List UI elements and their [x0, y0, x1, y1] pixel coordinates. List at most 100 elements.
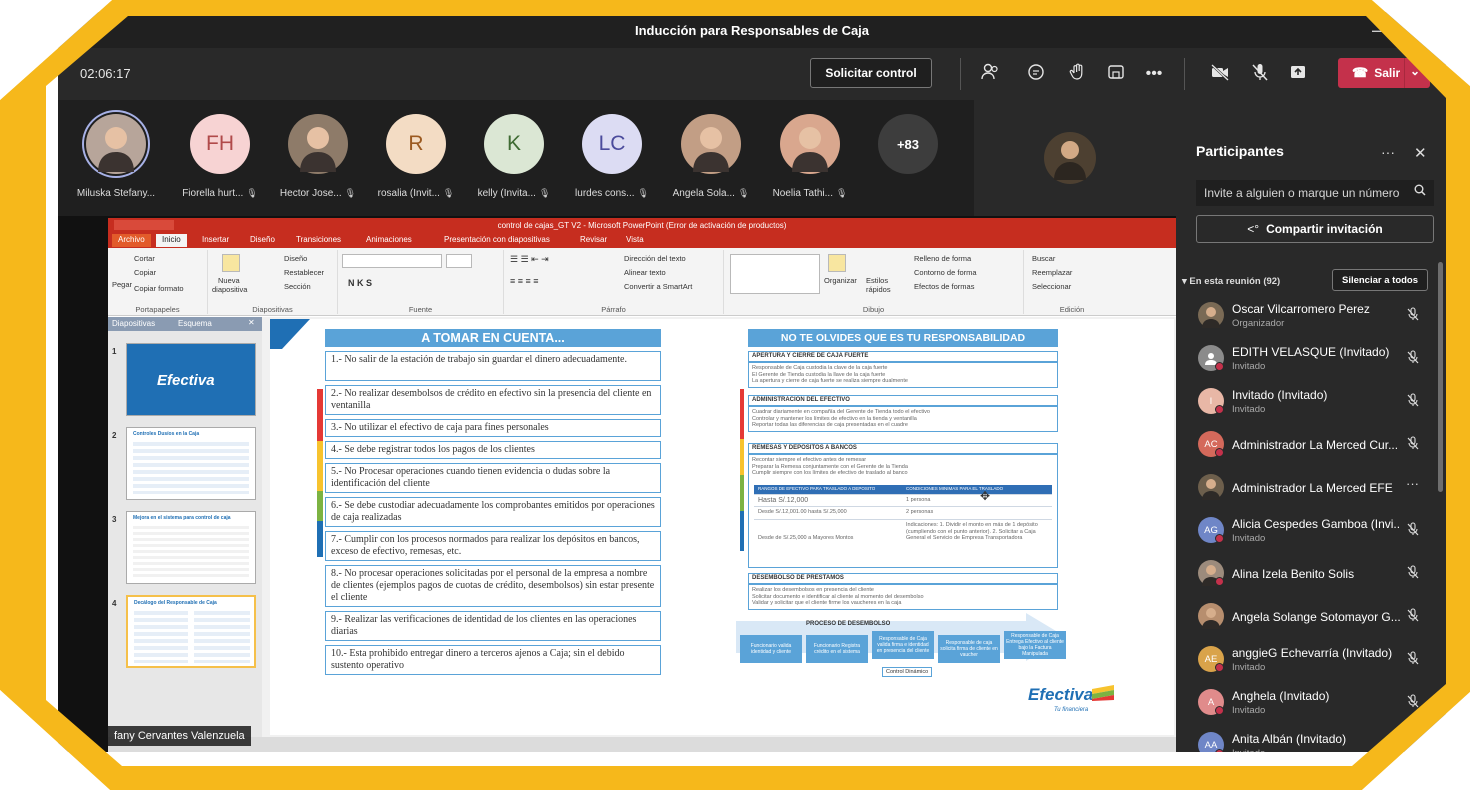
smartart-button[interactable]: Convertir a SmartArt — [624, 282, 692, 291]
layout-button[interactable]: Diseño — [284, 254, 307, 263]
ppt-tab-animaciones[interactable]: Animaciones — [360, 234, 418, 247]
mute-all-button[interactable]: Silenciar a todos — [1332, 269, 1428, 291]
slide-thumb-3[interactable]: Mejora en el sistema para control de caj… — [126, 511, 256, 584]
ppt-tab-archivo[interactable]: Archivo — [112, 234, 151, 247]
mic-off-icon[interactable] — [1406, 393, 1420, 410]
participants-icon[interactable] — [978, 62, 1002, 86]
strip-participant[interactable]: Hector Jose... 🎙 — [270, 114, 366, 199]
video-tile[interactable] — [974, 100, 1176, 216]
in-meeting-header[interactable]: ▾ En esta reunión (92) — [1182, 276, 1280, 287]
raise-hand-icon[interactable] — [1066, 62, 1090, 86]
color-stripe — [740, 389, 744, 439]
tab-outline[interactable]: Esquema — [178, 319, 212, 328]
copy-button[interactable]: Copiar — [134, 268, 156, 277]
cut-button[interactable]: Cortar — [134, 254, 155, 263]
reset-button[interactable]: Restablecer — [284, 268, 324, 277]
quick-styles-label[interactable]: rápidos — [866, 285, 891, 294]
chevron-down-icon[interactable]: ⌄ — [1410, 64, 1420, 78]
strip-participant[interactable]: Kkelly (Invita... 🎙 — [466, 114, 562, 199]
current-slide: A TOMAR EN CUENTA... 1.- No salir de la … — [270, 319, 1174, 735]
strip-participant[interactable]: Rrosalia (Invit... 🎙 — [368, 114, 464, 199]
participant-list-item[interactable]: AAAnita Albán (Invitado)Invitado — [1198, 728, 1428, 752]
overflow-participants[interactable]: +83 — [860, 114, 956, 174]
new-slide-label[interactable]: Nueva — [218, 276, 240, 285]
mic-off-icon[interactable] — [1248, 62, 1272, 86]
more-options-icon[interactable]: ··· — [1381, 144, 1395, 160]
mic-off-icon[interactable] — [1406, 436, 1420, 453]
new-slide-label-2[interactable]: diapositiva — [212, 285, 247, 294]
bold-italic-icons[interactable]: N K S — [348, 278, 372, 288]
slide-thumb-2[interactable]: Controles Dusíos en la Caja — [126, 427, 256, 500]
leave-button[interactable]: ☎ Salir ⌄ — [1338, 58, 1430, 88]
align-text-button[interactable]: Alinear texto — [624, 268, 666, 277]
request-control-button[interactable]: Solicitar control — [810, 58, 932, 88]
invite-search-input[interactable] — [1196, 180, 1434, 206]
replace-button[interactable]: Reemplazar — [1032, 268, 1072, 277]
section-button[interactable]: Sección — [284, 282, 311, 291]
avatar — [288, 114, 348, 174]
format-painter-button[interactable]: Copiar formato — [134, 284, 184, 293]
participant-list-item[interactable]: Angela Solange Sotomayor G... — [1198, 599, 1428, 635]
mic-off-icon[interactable] — [1406, 565, 1420, 582]
select-button[interactable]: Seleccionar — [1032, 282, 1071, 291]
strip-participant[interactable]: LC lurdes cons... 🎙 — [564, 114, 660, 199]
camera-off-icon[interactable] — [1208, 62, 1232, 86]
ppt-tab-transiciones[interactable]: Transiciones — [290, 234, 347, 247]
ppt-tab-revisar[interactable]: Revisar — [574, 234, 613, 247]
participant-list-item[interactable]: AC Administrador La Merced Cur... — [1198, 427, 1428, 463]
participant-list-item[interactable]: I Invitado (Invitado) Invitado — [1198, 384, 1428, 420]
shape-outline-button[interactable]: Contorno de forma — [914, 268, 977, 277]
layout-icon[interactable] — [1104, 62, 1128, 86]
more-options-icon[interactable]: ••• — [1142, 62, 1166, 86]
participant-list-item[interactable]: AG Alicia Cespedes Gamboa (Invi... Invitad… — [1198, 513, 1428, 549]
find-button[interactable]: Buscar — [1032, 254, 1055, 263]
strip-participant[interactable]: Noelia Tathi... 🎙 — [762, 114, 858, 199]
chat-icon[interactable] — [1024, 62, 1048, 86]
more-options-icon[interactable]: ··· — [1406, 476, 1419, 491]
participant-list-item[interactable]: Administrador La Merced EFE ··· — [1198, 470, 1428, 506]
ppt-titlebar: control de cajas_GT V2 - Microsoft Power… — [108, 218, 1176, 232]
strip-participant[interactable]: Angela Sola... 🎙 — [663, 114, 759, 199]
ppt-tab-insertar[interactable]: Insertar — [196, 234, 235, 247]
participant-list-item[interactable]: A Anghela (Invitado) Invitado — [1198, 685, 1428, 721]
ppt-tab-inicio[interactable]: Inicio — [156, 234, 187, 247]
close-icon[interactable]: ✕ — [248, 318, 255, 327]
mic-off-icon[interactable] — [1406, 350, 1420, 367]
participant-list-item[interactable]: AE anggieG Echevarría (Invitado) Invitado — [1198, 642, 1428, 678]
shapes-gallery[interactable] — [730, 254, 820, 294]
align-icons[interactable]: ≡ ≡ ≡ ≡ — [510, 276, 539, 286]
new-slide-icon[interactable] — [222, 254, 240, 272]
mic-off-icon[interactable] — [1406, 651, 1420, 668]
arrange-icon[interactable] — [828, 254, 846, 272]
font-family-select[interactable] — [342, 254, 442, 268]
participant-list-item[interactable]: Oscar Vilcarromero Perez Organizador — [1198, 298, 1428, 334]
tab-slides[interactable]: Diapositivas — [112, 319, 155, 328]
mic-off-icon[interactable] — [1406, 608, 1420, 625]
mic-off-icon[interactable] — [1406, 694, 1420, 711]
share-invitation-button[interactable]: <° Compartir invitación — [1196, 215, 1434, 243]
shape-effects-button[interactable]: Efectos de formas — [914, 282, 974, 291]
ppt-tab-diseno[interactable]: Diseño — [244, 234, 281, 247]
ppt-tab-presentacion[interactable]: Presentación con diapositivas — [438, 234, 556, 247]
shape-fill-button[interactable]: Relleno de forma — [914, 254, 971, 263]
close-icon[interactable]: ✕ — [1414, 144, 1427, 162]
arrange-button[interactable]: Organizar — [824, 276, 857, 285]
participant-list-item[interactable]: EDITH VELASQUE (Invitado) Invitado — [1198, 341, 1428, 377]
strip-participant[interactable]: FH Fiorella hurt... 🎙 — [172, 114, 268, 199]
minimize-icon[interactable]: — — [1372, 22, 1386, 38]
participant-list-item[interactable]: Alina Izela Benito Solis — [1198, 556, 1428, 592]
slide-thumb-4-selected[interactable]: Decálogo del Responsable de Caja — [126, 595, 256, 668]
scrollbar[interactable] — [1438, 262, 1443, 492]
paste-button[interactable]: Pegar — [112, 280, 132, 289]
strip-participant[interactable]: Miluska Stefany... — [68, 114, 164, 199]
quick-styles-button[interactable]: Estilos — [866, 276, 888, 285]
mic-off-icon[interactable] — [1406, 522, 1420, 539]
font-size-select[interactable] — [446, 254, 472, 268]
share-screen-icon[interactable] — [1286, 62, 1310, 86]
text-direction-button[interactable]: Dirección del texto — [624, 254, 686, 263]
ppt-tab-vista[interactable]: Vista — [620, 234, 650, 247]
slide-thumb-1[interactable]: Efectiva — [126, 343, 256, 416]
list-icons[interactable]: ☰ ☰ ⇤ ⇥ — [510, 254, 549, 265]
search-icon[interactable] — [1414, 184, 1426, 199]
mic-off-icon[interactable] — [1406, 307, 1420, 324]
